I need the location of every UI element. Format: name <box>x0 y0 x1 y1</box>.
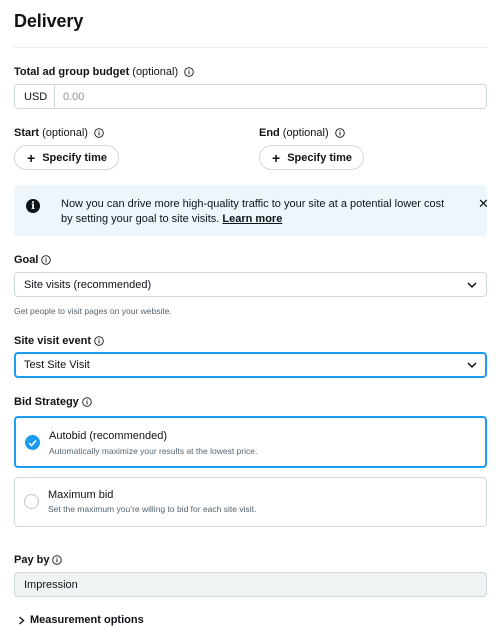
budget-optional-text: (optional) <box>132 66 179 78</box>
site-visit-event-selected-value: Test Site Visit <box>24 359 90 371</box>
budget-label-text: Total ad group budget <box>14 66 130 78</box>
start-optional-text: (optional) <box>42 127 88 139</box>
site-visit-event-label: Site visit event <box>14 335 104 347</box>
goal-selected-value: Site visits (recommended) <box>24 278 152 291</box>
radio-selected[interactable] <box>25 435 40 450</box>
info-filled-icon: i <box>26 199 40 213</box>
budget-label: Total ad group budget (optional) <box>14 66 194 78</box>
plus-icon: + <box>272 149 281 166</box>
info-icon[interactable] <box>94 128 104 138</box>
goal-label: Goal <box>14 254 52 266</box>
start-label-text: Start <box>14 127 40 139</box>
start-label: Start (optional) <box>14 127 104 139</box>
start-button-label: Specify time <box>42 151 107 164</box>
bid-option-description: Set the maximum you’re willing to bid fo… <box>48 504 257 514</box>
pay-by-field: Impression <box>14 572 487 597</box>
end-specify-time-button[interactable]: + Specify time <box>259 145 364 170</box>
chevron-down-icon <box>467 362 477 369</box>
title-divider <box>14 47 487 48</box>
start-specify-time-button[interactable]: + Specify time <box>14 145 119 170</box>
goal-label-text: Goal <box>14 254 39 266</box>
end-label-text: End <box>259 127 280 139</box>
measurement-options-label: Measurement options <box>30 614 144 626</box>
info-icon[interactable] <box>94 336 104 346</box>
currency-label: USD <box>15 85 55 108</box>
budget-input[interactable] <box>55 85 486 108</box>
end-button-label: Specify time <box>287 151 352 164</box>
bid-option-maximum-bid[interactable]: Maximum bid Set the maximum you’re willi… <box>14 477 487 527</box>
goal-helper-text: Get people to visit pages on your websit… <box>14 306 172 316</box>
pay-by-label-text: Pay by <box>14 554 50 566</box>
plus-icon: + <box>27 149 36 166</box>
measurement-options-toggle[interactable]: Measurement options <box>18 614 144 626</box>
info-icon[interactable] <box>184 67 194 77</box>
bid-option-description: Automatically maximize your results at t… <box>49 446 258 456</box>
site-visit-event-select[interactable]: Test Site Visit <box>14 352 487 378</box>
goal-select[interactable]: Site visits (recommended) <box>14 272 487 297</box>
site-visit-event-label-text: Site visit event <box>14 335 92 347</box>
bid-option-title: Maximum bid <box>48 489 114 501</box>
info-icon[interactable] <box>52 555 63 565</box>
end-optional-text: (optional) <box>282 127 329 139</box>
bid-option-autobid[interactable]: Autobid (recommended) Automatically maxi… <box>14 416 487 468</box>
pay-by-value: Impression <box>24 578 78 591</box>
bid-strategy-label-text: Bid Strategy <box>14 396 79 408</box>
chevron-right-icon <box>19 615 25 625</box>
info-icon[interactable] <box>41 255 52 265</box>
section-title: Delivery <box>14 11 84 31</box>
close-icon[interactable]: ✕ <box>478 196 489 212</box>
learn-more-link[interactable]: Learn more <box>222 213 282 225</box>
chevron-down-icon <box>467 282 477 289</box>
bid-strategy-label: Bid Strategy <box>14 396 92 408</box>
info-icon[interactable] <box>334 128 345 138</box>
banner-message: Now you can drive more high-quality traf… <box>61 197 453 227</box>
end-label: End (optional) <box>259 127 345 139</box>
info-icon[interactable] <box>82 397 92 407</box>
bid-option-title: Autobid (recommended) <box>49 430 168 442</box>
site-visits-banner: i Now you can drive more high-quality tr… <box>14 185 489 236</box>
budget-field[interactable]: USD <box>14 84 487 109</box>
check-icon <box>28 439 37 447</box>
radio-unselected[interactable] <box>24 494 39 509</box>
pay-by-label: Pay by <box>14 554 63 566</box>
